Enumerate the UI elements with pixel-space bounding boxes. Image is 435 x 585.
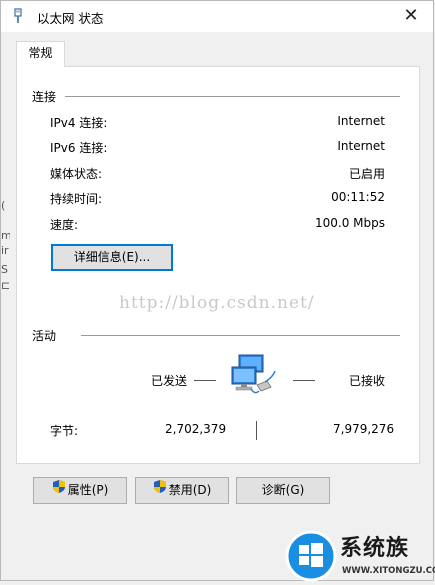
connection-section-title: 连接 — [32, 90, 57, 104]
sent-label: 已发送 — [151, 374, 188, 388]
title-bar: 以太网 状态 ✕ — [1, 1, 433, 32]
diagnose-button[interactable]: 诊断(G) — [236, 477, 330, 504]
disable-button[interactable]: 禁用(D) — [135, 477, 229, 504]
close-button[interactable]: ✕ — [389, 1, 433, 32]
logo-url: WWW.XITONGZU.COM — [342, 566, 435, 576]
ipv4-value: Internet — [337, 114, 385, 128]
duration-value: 00:11:52 — [331, 190, 385, 204]
ethernet-plug-icon — [10, 8, 26, 24]
shield-icon — [153, 478, 167, 503]
media-state-value: 已启用 — [348, 167, 385, 181]
properties-button[interactable]: 属性(P) — [33, 477, 127, 504]
received-label: 已接收 — [349, 374, 386, 388]
tab-general[interactable]: 常规 — [16, 41, 65, 67]
sent-line — [194, 380, 216, 381]
ipv6-label: IPv6 连接: — [50, 141, 108, 155]
ipv6-value: Internet — [337, 139, 385, 153]
shield-icon — [52, 478, 66, 503]
logo-text: 系统族 — [340, 536, 410, 561]
network-computers-icon — [229, 351, 279, 401]
ipv4-label: IPv4 连接: — [50, 116, 108, 130]
received-line — [293, 380, 315, 381]
bytes-divider — [256, 421, 257, 440]
disable-button-label: 禁用(D) — [168, 483, 212, 497]
activity-section-title: 活动 — [32, 329, 57, 343]
media-state-label: 媒体状态: — [50, 167, 103, 181]
details-button[interactable]: 详细信息(E)... — [51, 244, 173, 271]
speed-value: 100.0 Mbps — [314, 216, 385, 230]
properties-button-label: 属性(P) — [67, 483, 109, 497]
duration-label: 持续时间: — [50, 192, 103, 206]
bytes-received-value: 7,979,276 — [333, 422, 395, 436]
background-window-edge: ( m ir S ⊏ — [1, 199, 10, 292]
watermark: http://blog.csdn.net/ — [119, 293, 315, 313]
activity-divider — [81, 335, 400, 336]
connection-divider — [65, 96, 400, 97]
bytes-label: 字节: — [50, 424, 79, 438]
window-title: 以太网 状态 — [37, 11, 104, 26]
ethernet-status-window: 以太网 状态 ✕ ( m ir S ⊏ 常规 连接 IPv4 连接: Inter… — [0, 0, 434, 581]
bytes-sent-value: 2,702,379 — [165, 422, 227, 436]
speed-label: 速度: — [50, 218, 79, 232]
